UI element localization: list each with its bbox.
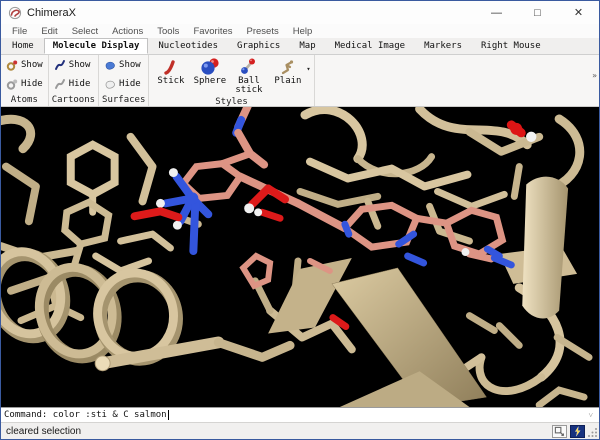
tab-graphics[interactable]: Graphics	[228, 38, 289, 54]
tab-markers[interactable]: Markers	[415, 38, 471, 54]
hide-cartoons-icon	[54, 78, 66, 90]
molecule-display-toolbar: Show Hide Atoms Show	[1, 55, 599, 107]
backbone-stick	[95, 342, 290, 370]
tab-right-mouse[interactable]: Right Mouse	[472, 38, 550, 54]
chimerax-logo-icon	[8, 6, 22, 20]
rapid-access-lightning-icon[interactable]	[570, 425, 585, 438]
sphere-style-button[interactable]: Sphere	[191, 57, 228, 86]
toolbar-group-surfaces: Show Hide Surfaces	[99, 55, 149, 106]
ribbon-tab-bar: Home Molecule Display Nucleotides Graphi…	[1, 38, 599, 55]
hide-atoms-button[interactable]: Hide	[4, 76, 45, 92]
show-cartoons-label: Show	[69, 60, 91, 70]
show-surfaces-icon	[104, 59, 116, 71]
show-surfaces-label: Show	[119, 60, 141, 70]
show-cartoons-button[interactable]: Show	[52, 57, 95, 73]
command-history-dropdown-icon[interactable]: ˅	[588, 411, 596, 420]
menu-presets[interactable]: Presets	[240, 26, 286, 37]
helix-ribbons	[1, 243, 182, 365]
menu-select[interactable]: Select	[65, 26, 105, 37]
graphics-viewport[interactable]	[1, 107, 599, 407]
menu-edit[interactable]: Edit	[34, 26, 64, 37]
atoms-group-label: Atoms	[4, 94, 45, 106]
menu-tools[interactable]: Tools	[150, 26, 186, 37]
plain-icon	[279, 58, 297, 76]
show-atoms-button[interactable]: Show	[4, 57, 45, 73]
menu-bar: File Edit Select Actions Tools Favorites…	[1, 24, 599, 38]
hide-surfaces-button[interactable]: Hide	[102, 76, 145, 92]
toolbar-group-styles: Stick Sphere	[149, 55, 314, 106]
selection-mode-icon[interactable]	[552, 425, 567, 438]
status-message: cleared selection	[6, 426, 81, 437]
show-atoms-icon	[6, 59, 18, 71]
tab-map[interactable]: Map	[290, 38, 324, 54]
hide-atoms-label: Hide	[21, 79, 43, 89]
ball-stick-style-button[interactable]: Ball stick	[230, 57, 267, 96]
stick-label: Stick	[157, 77, 184, 86]
hide-atoms-icon	[6, 78, 18, 90]
tab-home[interactable]: Home	[3, 38, 43, 54]
plain-dropdown-icon[interactable]: ▾	[306, 65, 310, 73]
menu-actions[interactable]: Actions	[105, 26, 150, 37]
hide-cartoons-label: Hide	[69, 79, 91, 89]
menu-help[interactable]: Help	[286, 26, 320, 37]
molecule-scene	[1, 107, 599, 407]
text-cursor	[168, 410, 169, 420]
menu-favorites[interactable]: Favorites	[186, 26, 239, 37]
cartoons-group-label: Cartoons	[52, 94, 95, 106]
ball-stick-icon	[239, 57, 259, 77]
tab-nucleotides[interactable]: Nucleotides	[149, 38, 227, 54]
tab-medical-image[interactable]: Medical Image	[326, 38, 414, 54]
status-bar: cleared selection	[1, 422, 599, 439]
plain-label: Plain	[274, 77, 301, 86]
surfaces-group-label: Surfaces	[102, 94, 145, 106]
chimerax-window: ChimeraX — □ ✕ File Edit Select Actions …	[0, 0, 600, 440]
window-title: ChimeraX	[27, 7, 76, 19]
plain-style-button[interactable]: Plain	[269, 57, 306, 86]
minimize-icon[interactable]: —	[476, 1, 517, 24]
tab-molecule-display[interactable]: Molecule Display	[44, 38, 149, 54]
show-cartoons-icon	[54, 59, 66, 71]
hide-surfaces-icon	[104, 78, 116, 90]
hide-cartoons-button[interactable]: Hide	[52, 76, 95, 92]
command-input[interactable]: color :sti & C salmon	[53, 410, 167, 420]
show-surfaces-button[interactable]: Show	[102, 57, 145, 73]
sphere-icon	[200, 57, 220, 77]
menu-file[interactable]: File	[5, 26, 34, 37]
ball-stick-label: Ball stick	[230, 77, 267, 96]
sphere-label: Sphere	[194, 77, 227, 86]
resize-grip[interactable]	[586, 426, 598, 438]
close-icon[interactable]: ✕	[558, 1, 599, 24]
command-line[interactable]: Command: color :sti & C salmon ˅	[1, 407, 599, 422]
toolbar-group-atoms: Show Hide Atoms	[1, 55, 49, 106]
stick-style-button[interactable]: Stick	[152, 57, 189, 86]
toolbar-overflow-icon[interactable]: »	[592, 71, 597, 80]
command-label: Command:	[4, 410, 47, 420]
hide-surfaces-label: Hide	[119, 79, 141, 89]
show-atoms-label: Show	[21, 60, 43, 70]
maximize-icon[interactable]: □	[517, 1, 558, 24]
toolbar-group-cartoons: Show Hide Cartoons	[49, 55, 99, 106]
stick-icon	[162, 58, 180, 76]
title-bar: ChimeraX — □ ✕	[1, 1, 599, 24]
